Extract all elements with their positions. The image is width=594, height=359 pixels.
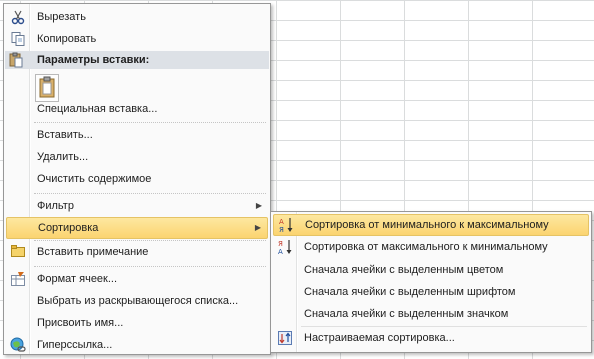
context-menu: Вырезать Копировать Параметры вставки: С… [3,3,271,355]
menu-item-clear-contents-label: Очистить содержимое [37,173,152,185]
menu-item-sort[interactable]: Сортировка ▶ [6,217,268,239]
comment-icon [11,245,25,257]
menu-item-define-name-label: Присвоить имя... [37,317,124,329]
submenu-item-sort-asc-label: Сортировка от минимального к максимально… [305,219,549,231]
submenu-arrow-icon: ▶ [254,223,261,232]
menu-item-insert-comment-label: Вставить примечание [37,246,149,258]
paste-options-header: Параметры вставки: [5,51,269,69]
scissors-icon [11,10,25,25]
menu-separator [34,122,266,123]
menu-item-copy-label: Копировать [37,33,97,45]
submenu-item-sort-desc[interactable]: Я А Сортировка от максимального к минима… [273,236,589,258]
menu-item-filter-label: Фильтр [37,200,74,212]
menu-item-paste-special[interactable]: Специальная вставка... [6,98,268,120]
submenu-item-custom-sort-label: Настраиваемая сортировка... [304,332,455,344]
submenu-item-custom-sort[interactable]: Настраиваемая сортировка... [273,327,589,349]
submenu-item-font-color-first[interactable]: Сначала ячейки с выделенным шрифтом [273,281,589,303]
submenu-item-icon-first[interactable]: Сначала ячейки с выделенным значком [273,303,589,325]
svg-text:Я: Я [278,240,283,248]
copy-icon [11,32,25,46]
menu-item-format-cells[interactable]: Формат ячеек... [6,268,268,290]
menu-item-define-name[interactable]: Присвоить имя... [6,312,268,334]
menu-item-delete-label: Удалить... [37,151,89,163]
svg-text:А: А [278,248,283,255]
paste-options-header-label: Параметры вставки: [37,54,150,66]
menu-item-pick-from-list-label: Выбрать из раскрывающегося списка... [37,295,239,307]
menu-item-sort-label: Сортировка [38,222,99,234]
svg-text:А: А [279,218,284,226]
format-cells-icon [11,272,25,286]
menu-item-insert-label: Вставить... [37,129,93,141]
custom-sort-icon [278,331,292,345]
menu-item-paste-special-label: Специальная вставка... [37,103,158,115]
menu-item-format-cells-label: Формат ячеек... [37,273,118,285]
menu-item-clear-contents[interactable]: Очистить содержимое [6,168,268,190]
sort-descending-icon: Я А [278,240,292,255]
clipboard-icon [9,52,23,68]
submenu-item-sort-desc-label: Сортировка от максимального к минимально… [304,241,548,253]
menu-item-insert[interactable]: Вставить... [6,124,268,146]
menu-separator [34,266,266,267]
submenu-item-sort-asc[interactable]: А Я Сортировка от минимального к максима… [273,214,589,236]
submenu-item-icon-first-label: Сначала ячейки с выделенным значком [304,308,509,320]
sort-ascending-icon: А Я [279,218,293,233]
menu-item-cut-label: Вырезать [37,11,86,23]
submenu-arrow-icon: ▶ [255,201,262,210]
submenu-item-cell-color-first[interactable]: Сначала ячейки с выделенным цветом [273,259,589,281]
menu-separator [34,193,266,194]
submenu-item-cell-color-first-label: Сначала ячейки с выделенным цветом [304,264,504,276]
menu-item-cut[interactable]: Вырезать [6,6,268,28]
menu-item-hyperlink-label: Гиперссылка... [37,339,113,351]
menu-item-filter[interactable]: Фильтр ▶ [6,195,268,217]
menu-item-hyperlink[interactable]: Гиперссылка... [6,334,268,356]
menu-item-insert-comment[interactable]: Вставить примечание [6,241,268,263]
sort-submenu: А Я Сортировка от минимального к максима… [270,211,592,353]
menu-item-copy[interactable]: Копировать [6,28,268,50]
svg-text:Я: Я [279,226,284,233]
hyperlink-icon [10,337,26,352]
menu-item-pick-from-list[interactable]: Выбрать из раскрывающегося списка... [6,290,268,312]
submenu-item-font-color-first-label: Сначала ячейки с выделенным шрифтом [304,286,516,298]
menu-item-delete[interactable]: Удалить... [6,146,268,168]
